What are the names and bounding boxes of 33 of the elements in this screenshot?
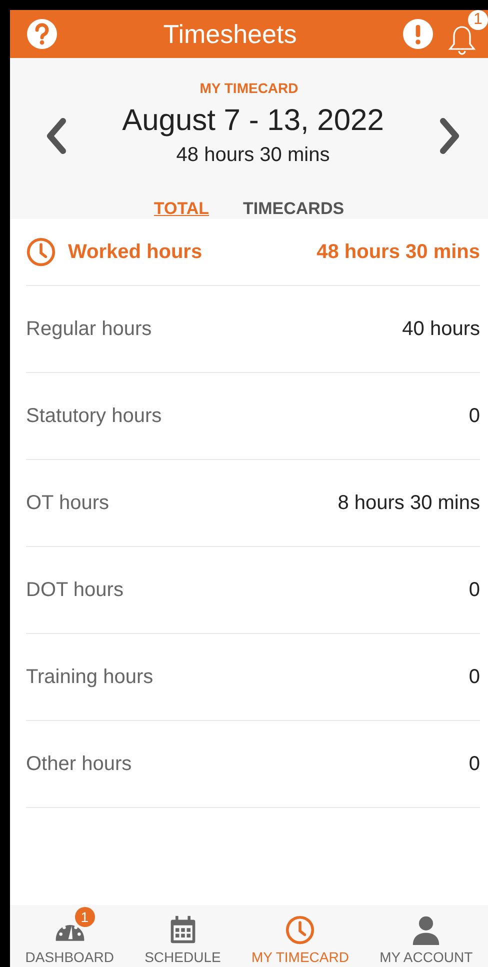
tab[interactable]: TIMECARDS [241, 197, 346, 219]
clock-icon [285, 915, 316, 945]
row-label: Other hours [26, 752, 133, 776]
section-label: MY TIMECARD [200, 80, 298, 96]
notification-badge: 1 [74, 907, 95, 927]
tab[interactable]: TOTAL [152, 197, 212, 219]
notification-badge: 1 [468, 10, 488, 30]
row-value: 0 [468, 752, 480, 776]
row-value: 0 [468, 404, 480, 428]
next-icon[interactable] [438, 116, 462, 156]
person-icon [411, 915, 442, 945]
help-icon[interactable] [26, 18, 58, 50]
total-hours: 48 hours 30 mins [176, 144, 330, 167]
row-label: DOT hours [26, 578, 124, 602]
alert-icon[interactable] [402, 18, 434, 50]
previous-icon[interactable] [44, 116, 68, 156]
row-value: 8 hours 30 mins [338, 492, 480, 514]
date-range: August 7 - 13, 2022 [122, 104, 384, 138]
row-label: Statutory hours [26, 404, 163, 428]
row-label: OT hours [26, 492, 110, 514]
nav-item[interactable]: 1 DASHBOARD [23, 907, 116, 967]
row-value: 48 hours 30 mins [316, 240, 480, 264]
row-value: 0 [468, 666, 480, 688]
row-label: Regular hours [26, 318, 153, 340]
page-title: Timesheets [162, 18, 298, 50]
row-label: Training hours [26, 666, 154, 688]
nav-item[interactable]: MY ACCOUNT [378, 907, 475, 967]
clock-icon [26, 237, 56, 267]
nav-item[interactable]: MY TIMECARD [249, 907, 351, 967]
nav-item[interactable]: SCHEDULE [142, 907, 223, 967]
row-value: 0 [468, 578, 480, 602]
row-label: Worked hours [68, 240, 204, 264]
row-value: 40 hours [402, 318, 480, 340]
